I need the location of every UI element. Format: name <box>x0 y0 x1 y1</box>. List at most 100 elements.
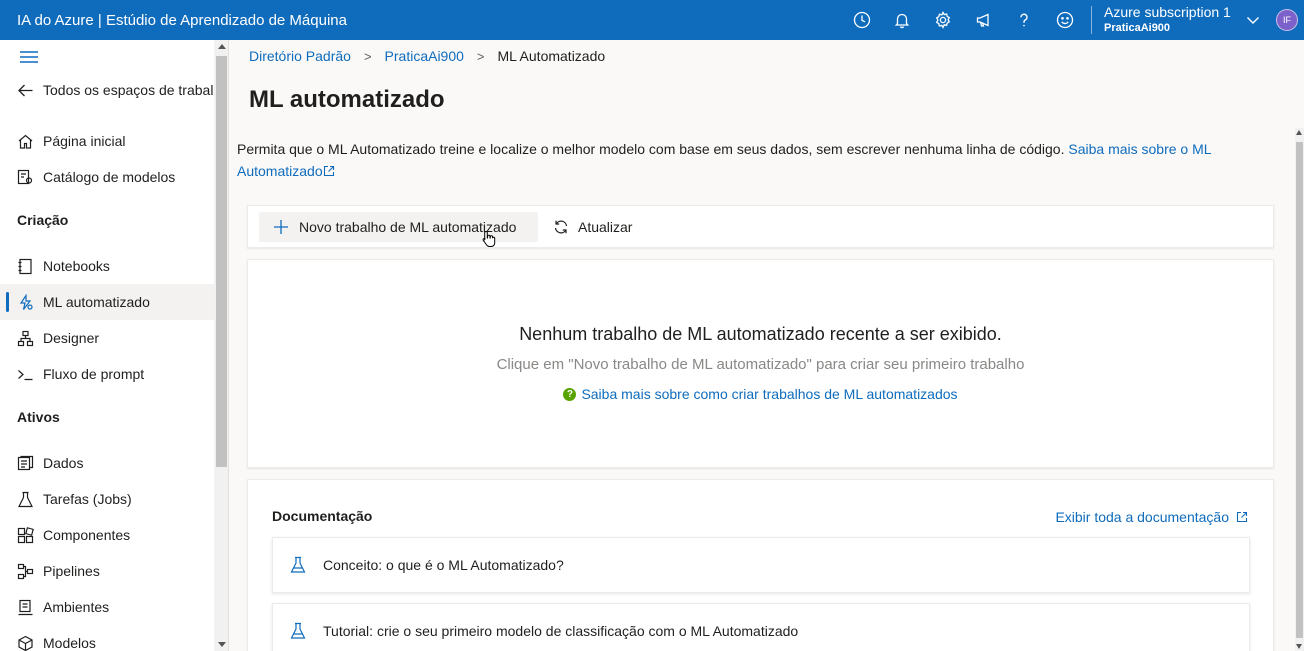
hamburger-menu-icon[interactable] <box>20 50 38 64</box>
data-icon <box>17 455 34 472</box>
sidebar-item-components[interactable]: Componentes <box>0 517 214 553</box>
megaphone-icon[interactable] <box>963 0 1004 40</box>
refresh-label: Atualizar <box>578 219 633 235</box>
sidebar-scrollbar-thumb[interactable] <box>216 56 227 467</box>
sidebar-item-label: Dados <box>43 455 84 471</box>
clock-icon[interactable] <box>841 0 882 40</box>
empty-state-panel: Nenhum trabalho de ML automatizado recen… <box>247 259 1274 468</box>
workspace-name: PraticaAi900 <box>1104 21 1171 34</box>
scroll-down-arrow-icon[interactable] <box>218 642 226 647</box>
new-automl-job-button[interactable]: Novo trabalho de ML automatizado <box>259 212 538 242</box>
sidebar-item-jobs[interactable]: Tarefas (Jobs) <box>0 481 214 517</box>
sidebar-section-creation: Criação <box>17 212 69 228</box>
avatar[interactable]: IF <box>1276 9 1298 31</box>
sidebar-item-label: ML automatizado <box>43 294 150 310</box>
main-scrollbar[interactable] <box>1295 128 1304 651</box>
sidebar-item-label: Modelos <box>43 635 96 651</box>
flask-icon <box>290 556 306 573</box>
flask-icon <box>17 491 34 508</box>
help-icon[interactable] <box>1004 0 1045 40</box>
sidebar-item-designer[interactable]: Designer <box>0 320 214 356</box>
home-icon <box>17 133 34 150</box>
sidebar-item-data[interactable]: Dados <box>0 445 214 481</box>
page-title: ML automatizado <box>249 86 445 113</box>
sidebar-item-home[interactable]: Página inicial <box>0 123 214 159</box>
flask-icon <box>290 622 306 639</box>
sidebar-item-label: Catálogo de modelos <box>43 169 176 185</box>
sidebar-section-assets: Ativos <box>17 409 60 425</box>
gear-icon[interactable] <box>923 0 964 40</box>
scroll-up-arrow-icon[interactable] <box>1296 130 1302 135</box>
help-circle-icon: ? <box>563 387 577 401</box>
view-all-documentation-link[interactable]: Exibir toda a documentação <box>1055 509 1248 525</box>
external-link-icon <box>323 165 334 177</box>
documentation-title: Documentação <box>272 508 373 524</box>
sidebar-item-automated-ml[interactable]: ML automatizado <box>0 284 214 320</box>
scroll-up-arrow-icon[interactable] <box>218 44 226 49</box>
sidebar-item-notebooks[interactable]: Notebooks <box>0 248 214 284</box>
app-title[interactable]: IA do Azure | Estúdio de Aprendizado de … <box>0 12 841 29</box>
breadcrumb-workspace[interactable]: PraticaAi900 <box>385 48 464 64</box>
prompt-flow-icon <box>17 366 34 383</box>
breadcrumb-separator: > <box>363 48 372 64</box>
smiley-icon[interactable] <box>1044 0 1085 40</box>
top-bar-icons: Azure subscription 1 PraticaAi900 IF <box>841 0 1304 40</box>
sidebar-item-label: Tarefas (Jobs) <box>43 491 132 507</box>
empty-state-title: Nenhum trabalho de ML automatizado recen… <box>519 324 1002 344</box>
sidebar-item-label: Ambientes <box>43 599 110 615</box>
doc-card-label: Conceito: o que é o ML Automatizado? <box>323 557 564 573</box>
sidebar-item-label: Notebooks <box>43 258 110 274</box>
breadcrumb-current-page: ML Automatizado <box>497 48 606 64</box>
sidebar-item-model-catalog[interactable]: Catálogo de modelos <box>0 159 214 195</box>
description-text: Permita que o ML Automatizado treine e l… <box>237 141 1065 157</box>
top-bar-divider <box>1091 6 1092 34</box>
sidebar-item-prompt-flow[interactable]: Fluxo de prompt <box>0 356 214 392</box>
subscription-switcher[interactable]: Azure subscription 1 PraticaAi900 <box>1104 4 1242 35</box>
view-all-documentation-label: Exibir toda a documentação <box>1055 509 1229 525</box>
arrow-left-icon <box>17 82 34 99</box>
designer-icon <box>17 330 34 347</box>
external-link-icon <box>1236 511 1248 523</box>
sidebar-scrollbar[interactable] <box>214 40 228 651</box>
command-bar: Novo trabalho de ML automatizado Atualiz… <box>247 205 1274 248</box>
doc-card-label: Tutorial: crie o seu primeiro modelo de … <box>323 623 799 639</box>
notebook-icon <box>17 258 34 275</box>
learn-create-automl-jobs-link[interactable]: Saiba mais sobre como criar trabalhos de… <box>581 386 957 402</box>
refresh-button[interactable]: Atualizar <box>553 212 632 242</box>
refresh-icon <box>554 220 568 234</box>
page-description: Permita que o ML Automatizado treine e l… <box>237 138 1237 182</box>
chevron-down-icon[interactable] <box>1242 12 1264 28</box>
breadcrumb: Diretório Padrão > PraticaAi900 > ML Aut… <box>249 48 605 64</box>
components-icon <box>17 526 34 544</box>
sidebar-back-label: Todos os espaços de trabalho <box>43 82 229 98</box>
empty-state-subtitle: Clique em "Novo trabalho de ML automatiz… <box>496 356 1025 373</box>
scroll-down-arrow-icon[interactable] <box>1296 644 1302 649</box>
plus-icon <box>274 220 288 234</box>
subscription-name: Azure subscription 1 <box>1104 4 1231 21</box>
sidebar-item-label: Fluxo de prompt <box>43 366 145 382</box>
sidebar-item-environments[interactable]: Ambientes <box>0 589 214 625</box>
sidebar-item-label: Designer <box>43 330 100 346</box>
documentation-panel: Documentação Exibir toda a documentação … <box>247 479 1274 651</box>
main-scrollbar-thumb[interactable] <box>1296 142 1303 638</box>
sidebar-item-label: Página inicial <box>43 133 126 149</box>
bell-icon[interactable] <box>882 0 923 40</box>
doc-card-concept[interactable]: Conceito: o que é o ML Automatizado? <box>272 537 1250 593</box>
sidebar-back-to-workspaces[interactable]: Todos os espaços de trabalho <box>0 72 228 108</box>
top-bar: IA do Azure | Estúdio de Aprendizado de … <box>0 0 1304 40</box>
sidebar-item-models[interactable]: Modelos <box>0 625 214 651</box>
automl-icon <box>17 293 34 311</box>
models-icon <box>17 635 34 651</box>
sidebar: Todos os espaços de trabalho Página inic… <box>0 40 229 651</box>
catalog-icon <box>17 169 34 186</box>
environments-icon <box>17 599 34 616</box>
sidebar-item-label: Componentes <box>43 527 131 543</box>
hand-cursor-icon <box>482 230 496 247</box>
breadcrumb-separator: > <box>476 48 485 64</box>
sidebar-item-pipelines[interactable]: Pipelines <box>0 553 214 589</box>
breadcrumb-default-directory[interactable]: Diretório Padrão <box>249 48 351 64</box>
empty-state-help: ? Saiba mais sobre como criar trabalhos … <box>248 386 1273 402</box>
main-content: Diretório Padrão > PraticaAi900 > ML Aut… <box>229 40 1304 651</box>
pipelines-icon <box>17 563 34 580</box>
doc-card-tutorial[interactable]: Tutorial: crie o seu primeiro modelo de … <box>272 603 1250 651</box>
